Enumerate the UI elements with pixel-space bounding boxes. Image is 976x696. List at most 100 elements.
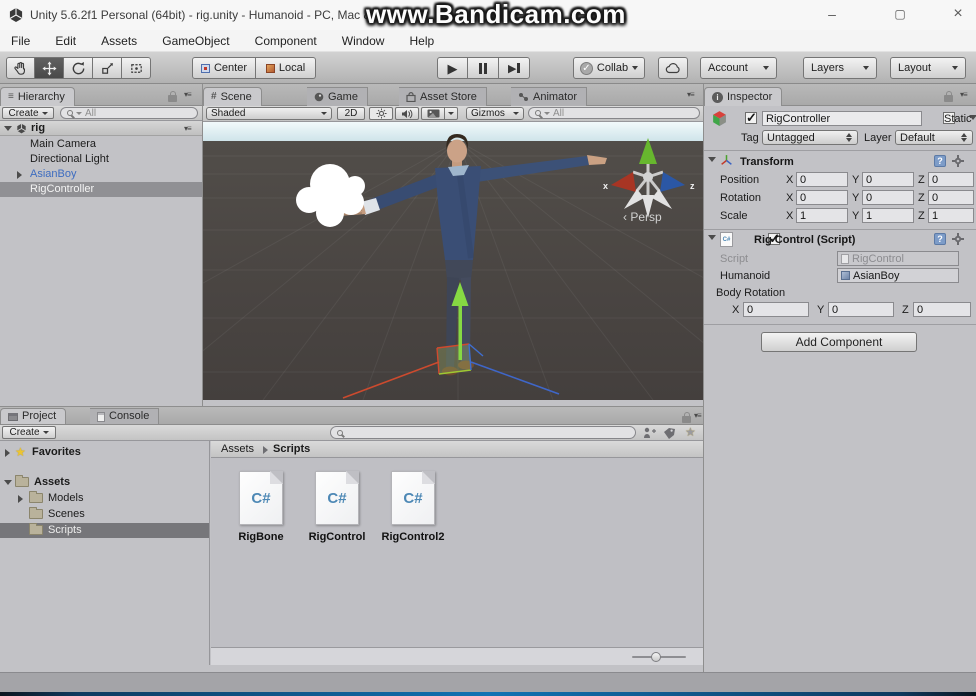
static-dropdown-icon[interactable] — [969, 115, 976, 120]
rotation-y-field[interactable]: 0 — [862, 190, 914, 205]
foldout-closed-icon[interactable] — [18, 495, 23, 503]
transform-foldout-icon[interactable] — [708, 157, 716, 162]
move-tool-button[interactable] — [35, 57, 64, 79]
favorites-filter-icon[interactable]: ★ — [685, 425, 696, 439]
audio-toggle-button[interactable] — [395, 107, 419, 120]
axis-center-icon[interactable] — [643, 172, 653, 182]
scale-x-field[interactable]: 1 — [796, 208, 848, 223]
body-rotation-x-field[interactable]: 0 — [743, 302, 809, 317]
scale-y-field[interactable]: 1 — [862, 208, 914, 223]
zoom-slider-knob[interactable] — [651, 652, 661, 662]
minimize-button[interactable]: – — [812, 0, 852, 30]
scene-search-input[interactable]: All — [528, 107, 700, 119]
layout-dropdown[interactable]: Layout — [890, 57, 966, 79]
menu-component[interactable]: Component — [244, 30, 328, 52]
hand-tool-button[interactable] — [6, 57, 35, 79]
rotation-z-field[interactable]: 0 — [928, 190, 974, 205]
tab-inspector[interactable]: i Inspector — [704, 87, 782, 106]
tab-hierarchy[interactable]: ≡ Hierarchy — [0, 87, 75, 106]
tree-assets[interactable]: Assets — [0, 475, 209, 490]
body-rotation-y-field[interactable]: 0 — [828, 302, 894, 317]
effects-toggle-button[interactable] — [421, 107, 445, 120]
add-component-button[interactable]: Add Component — [761, 332, 917, 352]
menu-window[interactable]: Window — [331, 30, 396, 52]
scene-viewport[interactable]: x z ‹ Persp — [203, 122, 703, 400]
body-rotation-z-field[interactable]: 0 — [913, 302, 971, 317]
humanoid-field[interactable]: AsianBoy — [837, 268, 959, 283]
effects-dropdown[interactable] — [445, 107, 458, 120]
rotation-x-field[interactable]: 0 — [796, 190, 848, 205]
active-checkbox[interactable] — [745, 112, 757, 124]
close-button[interactable]: × — [938, 0, 976, 30]
hierarchy-create-button[interactable]: Create — [2, 107, 54, 119]
tab-project[interactable]: Project — [0, 408, 66, 424]
menu-file[interactable]: File — [0, 30, 41, 52]
lock-icon[interactable] — [168, 95, 177, 102]
tree-scripts[interactable]: Scripts — [0, 523, 209, 538]
search-by-type-icon[interactable] — [643, 427, 656, 439]
tab-scene[interactable]: # Scene — [203, 87, 262, 106]
help-icon[interactable]: ? — [934, 233, 946, 245]
hierarchy-item-asianboy[interactable]: AsianBoy — [0, 167, 202, 182]
gizmos-dropdown[interactable]: Gizmos — [466, 107, 524, 120]
project-create-button[interactable]: Create — [2, 426, 56, 439]
rect-tool-button[interactable] — [122, 57, 151, 79]
menu-help[interactable]: Help — [399, 30, 446, 52]
lock-icon[interactable] — [944, 95, 953, 102]
hierarchy-item-rigcontroller[interactable]: RigController — [0, 182, 202, 197]
layer-dropdown[interactable]: Default — [895, 130, 973, 145]
help-icon[interactable]: ? — [934, 155, 946, 167]
step-button[interactable]: ▶ — [499, 57, 530, 79]
name-field[interactable]: RigController — [762, 111, 922, 126]
menu-edit[interactable]: Edit — [44, 30, 87, 52]
hierarchy-item-main-camera[interactable]: Main Camera — [0, 137, 202, 152]
menu-assets[interactable]: Assets — [90, 30, 148, 52]
account-dropdown[interactable]: Account — [700, 57, 777, 79]
scene-menu-icon[interactable]: ▾≡ — [184, 124, 191, 133]
lock-icon[interactable] — [682, 416, 691, 423]
position-x-field[interactable]: 0 — [796, 172, 848, 187]
foldout-open-icon[interactable] — [4, 480, 12, 485]
foldout-closed-icon[interactable] — [17, 171, 22, 179]
position-z-field[interactable]: 0 — [928, 172, 974, 187]
scale-z-field[interactable]: 1 — [928, 208, 974, 223]
panel-menu-icon[interactable]: ▾≡ — [694, 411, 701, 420]
orientation-local-button[interactable]: Local — [256, 57, 316, 79]
breadcrumb-current[interactable]: Scripts — [273, 441, 310, 457]
foldout-open-icon[interactable] — [4, 126, 12, 131]
lighting-toggle-button[interactable] — [369, 107, 393, 120]
scene-header-row[interactable]: rig ▾≡ — [0, 121, 202, 136]
tab-asset-store[interactable]: Asset Store — [399, 87, 487, 106]
file-rigbone[interactable]: C# RigBone — [239, 471, 283, 525]
hierarchy-item-directional-light[interactable]: Directional Light — [0, 152, 202, 167]
menu-gameobject[interactable]: GameObject — [151, 30, 240, 52]
script-field[interactable]: RigControl — [837, 251, 959, 266]
tree-favorites[interactable]: ★ Favorites — [0, 445, 209, 460]
maximize-button[interactable]: ▢ — [880, 0, 920, 30]
project-search-input[interactable] — [330, 426, 636, 439]
tab-game[interactable]: Game — [307, 87, 368, 106]
tab-console[interactable]: Console — [90, 408, 159, 424]
tree-scenes[interactable]: Scenes — [0, 507, 209, 522]
panel-menu-icon[interactable]: ▾≡ — [687, 90, 694, 99]
pivot-center-button[interactable]: Center — [192, 57, 256, 79]
2d-toggle-button[interactable]: 2D — [337, 107, 365, 120]
hierarchy-search-input[interactable]: All — [60, 107, 198, 119]
gear-icon[interactable] — [952, 233, 964, 245]
shaded-dropdown[interactable]: Shaded — [206, 107, 332, 120]
gear-icon[interactable] — [952, 155, 964, 167]
foldout-closed-icon[interactable] — [5, 449, 10, 457]
scale-tool-button[interactable] — [93, 57, 122, 79]
pause-button[interactable] — [468, 57, 499, 79]
rotate-tool-button[interactable] — [64, 57, 93, 79]
tag-dropdown[interactable]: Untagged — [762, 130, 858, 145]
panel-menu-icon[interactable]: ▾≡ — [184, 90, 191, 99]
position-y-field[interactable]: 0 — [862, 172, 914, 187]
tree-models[interactable]: Models — [0, 491, 209, 506]
layers-dropdown[interactable]: Layers — [803, 57, 877, 79]
search-by-label-icon[interactable] — [663, 427, 676, 439]
file-rigcontrol[interactable]: C# RigControl — [315, 471, 359, 525]
file-rigcontrol2[interactable]: C# RigControl2 — [391, 471, 435, 525]
play-button[interactable]: ▶ — [437, 57, 468, 79]
panel-menu-icon[interactable]: ▾≡ — [960, 90, 967, 99]
